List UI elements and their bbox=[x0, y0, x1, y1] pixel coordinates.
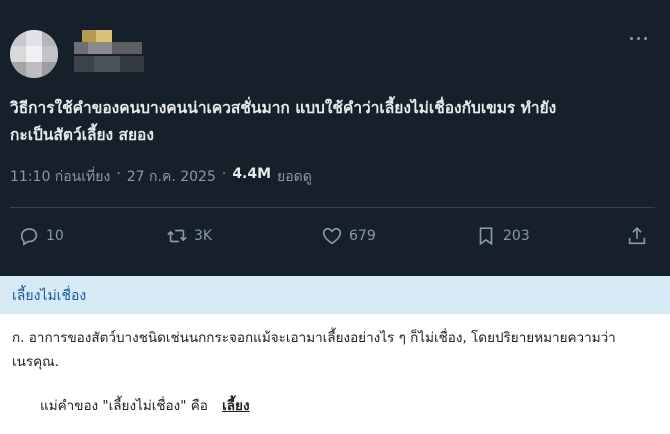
tweet-text: วิธีการใช้คำของคนบางคนน่าเควสชั่นมาก แบบ… bbox=[10, 99, 557, 144]
tweet-time[interactable]: 11:10 ก่อนเที่ยง bbox=[10, 166, 110, 188]
heart-icon bbox=[322, 227, 342, 245]
reply-button[interactable]: 10 bbox=[18, 222, 64, 250]
reply-count: 10 bbox=[46, 228, 64, 244]
retweet-button[interactable]: 3K bbox=[166, 222, 212, 250]
share-icon bbox=[628, 227, 646, 245]
reply-icon bbox=[20, 228, 38, 246]
divider bbox=[10, 207, 655, 208]
dictionary-reference: แม่คำของ "เลี้ยงไม่เชื่อง" คือ เลี้ยง bbox=[40, 394, 250, 416]
meta-separator: · bbox=[116, 166, 121, 182]
tweet-date[interactable]: 27 ก.ค. 2025 bbox=[127, 166, 216, 188]
user-avatar[interactable] bbox=[10, 30, 58, 78]
blurred-user-name[interactable] bbox=[74, 30, 144, 76]
reference-link[interactable]: เลี้ยง bbox=[222, 398, 249, 414]
bookmark-count: 203 bbox=[503, 228, 530, 244]
view-count-label: ยอดดู bbox=[277, 169, 312, 185]
retweet-count: 3K bbox=[194, 228, 213, 244]
view-count: 4.4M bbox=[232, 166, 272, 182]
dictionary-header: เลี้ยงไม่เชื่อง bbox=[0, 276, 670, 314]
tweet-actions: 10 3K 679 203 bbox=[0, 222, 670, 250]
share-button[interactable] bbox=[626, 222, 648, 250]
bookmark-icon bbox=[479, 227, 493, 246]
dictionary-definition: ก. อาการของสัตว์บางชนิดเช่นนกกระจอกแม้จะ… bbox=[12, 330, 616, 370]
more-options-icon[interactable] bbox=[630, 30, 652, 46]
reference-prefix: แม่คำของ "เลี้ยงไม่เชื่อง" คือ bbox=[40, 398, 208, 414]
dictionary-panel: เลี้ยงไม่เชื่อง ก. อาการของสัตว์บางชนิดเ… bbox=[0, 276, 670, 434]
dictionary-headword: เลี้ยงไม่เชื่อง bbox=[12, 288, 87, 304]
bookmark-button[interactable]: 203 bbox=[475, 222, 530, 250]
meta-separator: · bbox=[221, 166, 227, 182]
tweet-card: วิธีการใช้คำของคนบางคนน่าเควสชั่นมาก แบบ… bbox=[0, 0, 670, 276]
like-count: 679 bbox=[349, 228, 376, 244]
like-button[interactable]: 679 bbox=[321, 222, 376, 250]
tweet-meta: 11:10 ก่อนเที่ยง · 27 ก.ค. 2025 · 4.4M ย… bbox=[10, 166, 312, 188]
retweet-icon bbox=[167, 229, 187, 243]
